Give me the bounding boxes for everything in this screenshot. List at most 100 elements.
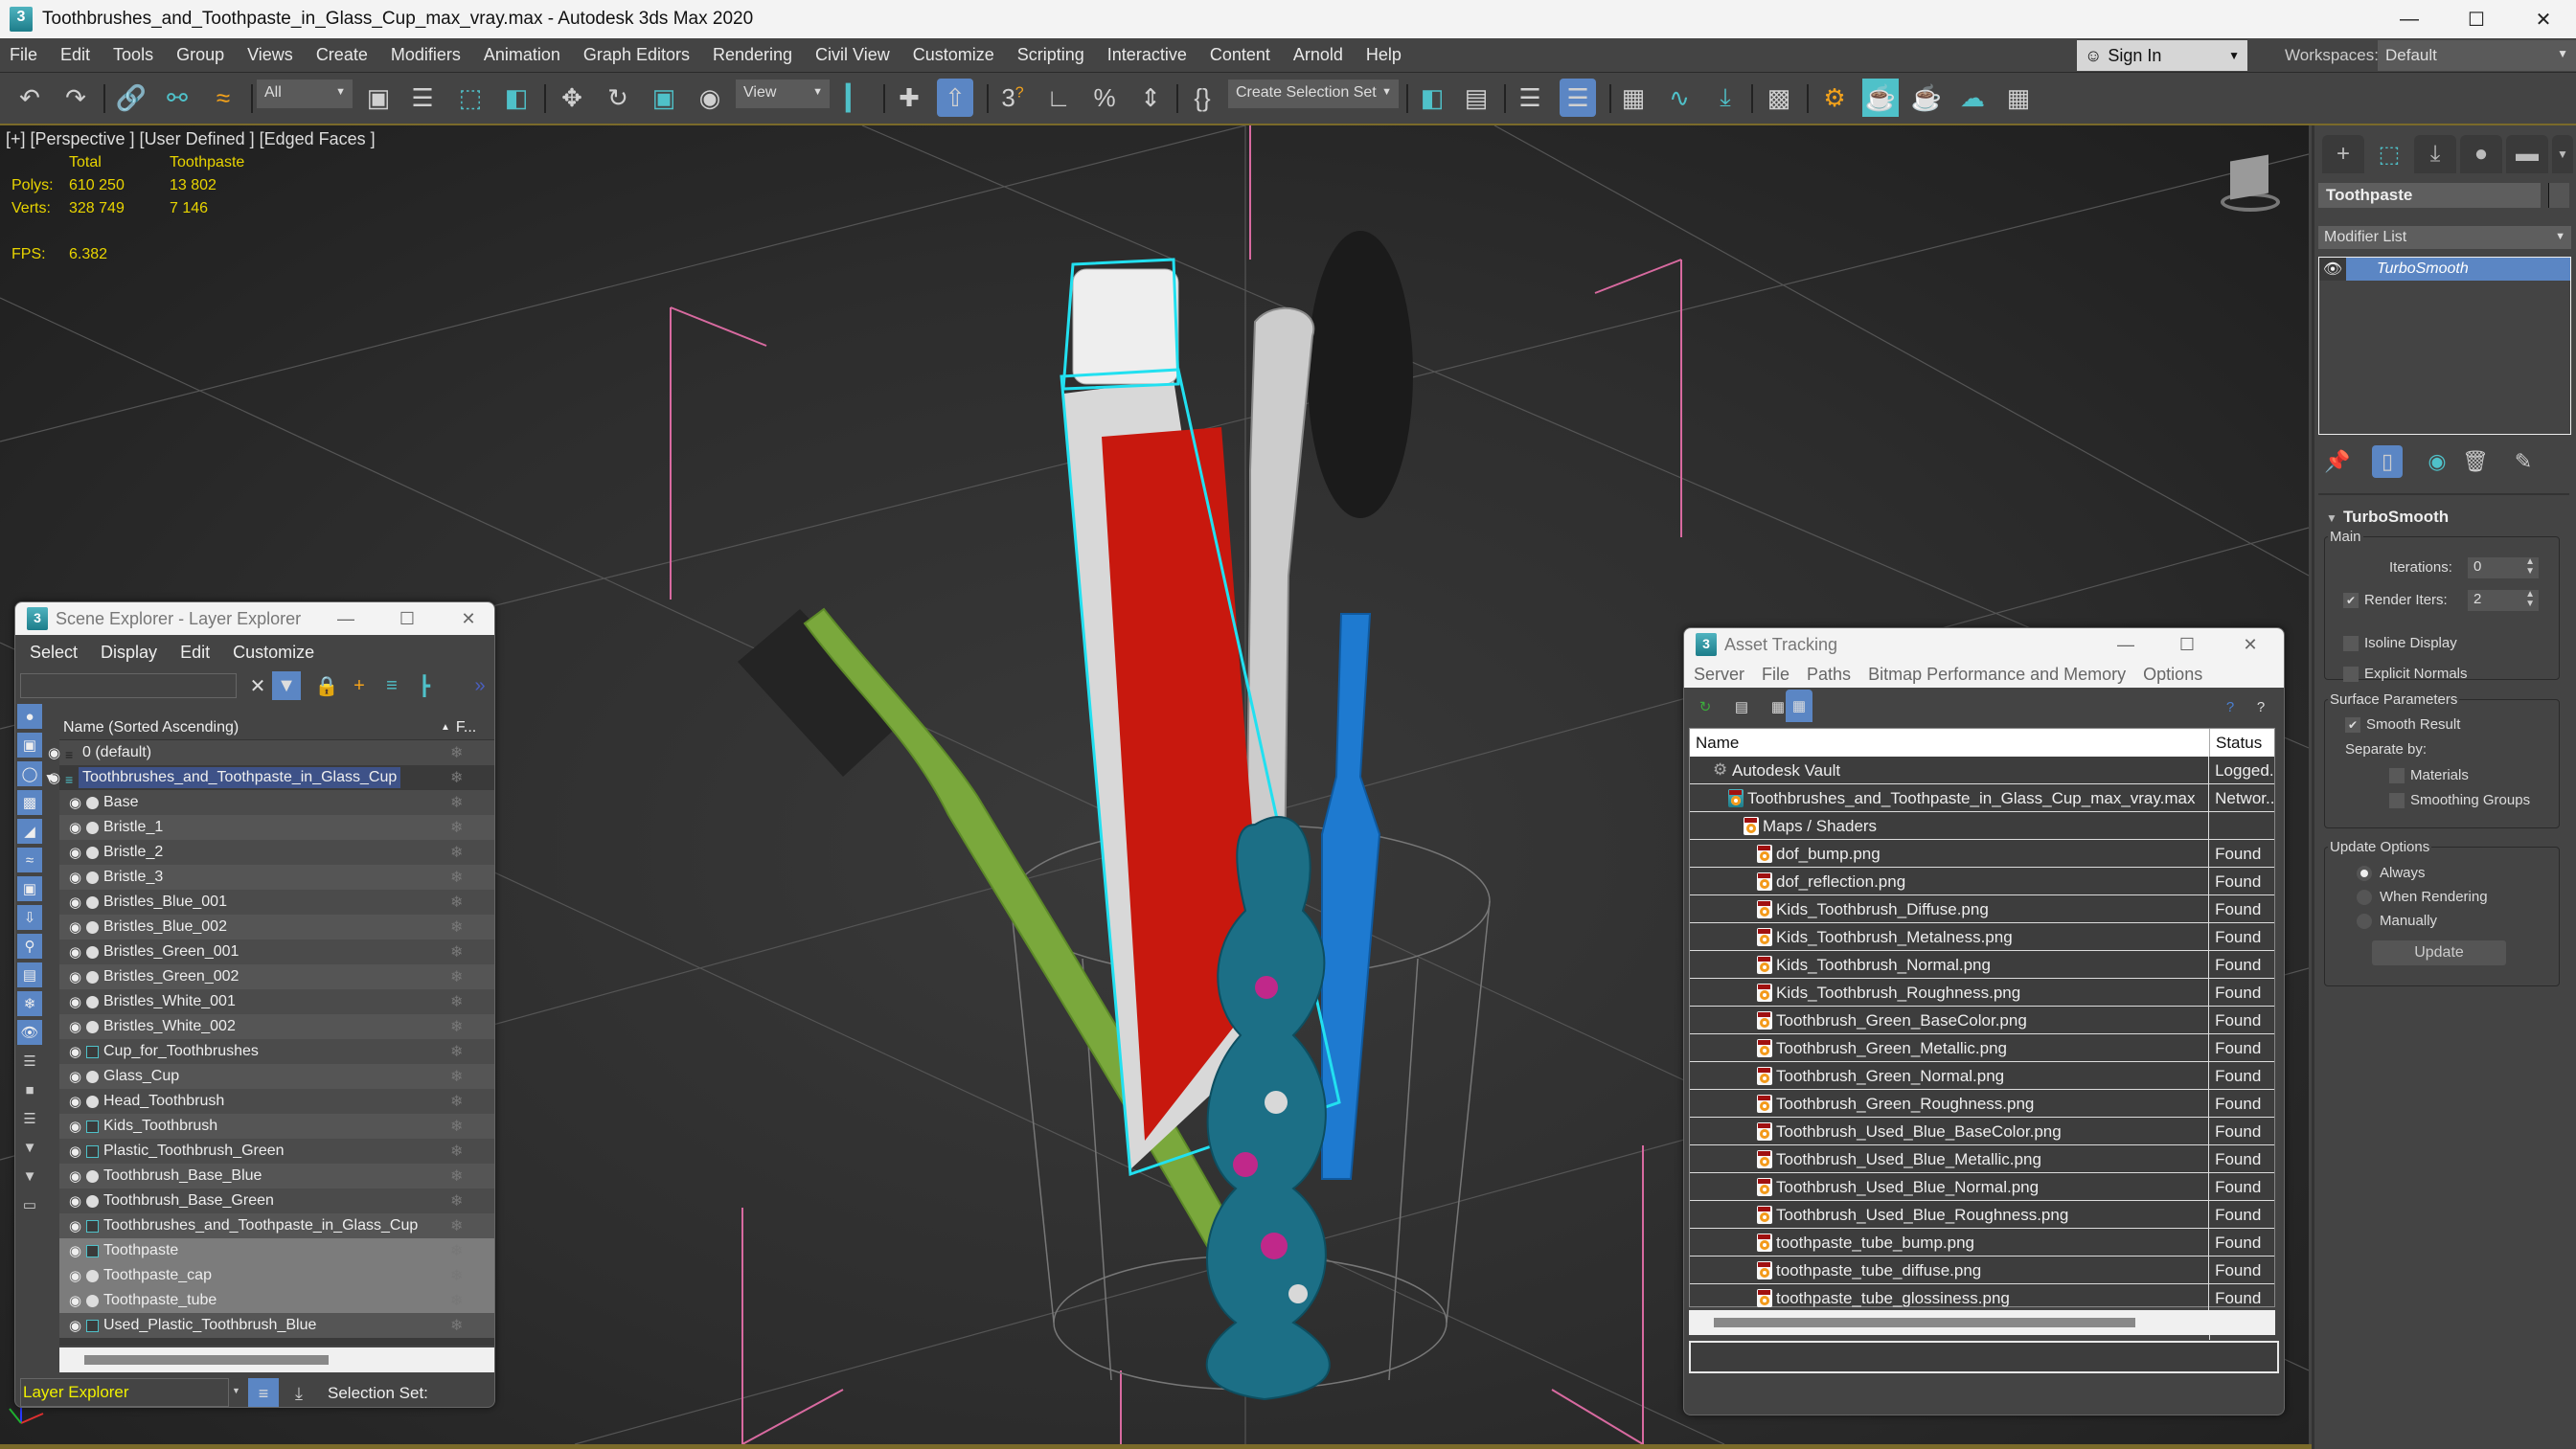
eye-icon[interactable]: ◉	[69, 794, 81, 811]
freeze-icon[interactable]: ❄	[450, 893, 463, 912]
asset-row[interactable]: toothpaste_tube_bump.png Found	[1690, 1229, 2274, 1257]
se-menu-customize[interactable]: Customize	[233, 643, 314, 663]
help-button[interactable]: ?	[2217, 693, 2244, 720]
display-tab[interactable]: ▬	[2506, 135, 2548, 173]
toggle-ribbon-button[interactable]: ▦	[1615, 79, 1652, 117]
eye-icon[interactable]: ◉	[69, 1292, 81, 1309]
eye-icon[interactable]: ◉	[69, 1192, 81, 1210]
eye-icon[interactable]: ◉	[69, 894, 81, 911]
freeze-icon[interactable]: ❄	[450, 1017, 463, 1036]
container-icon[interactable]: ▭	[17, 1192, 42, 1217]
add-to-active-layer-button[interactable]: ≡	[377, 671, 406, 700]
tree-row[interactable]: ◉ Toothbrushes_and_Toothpaste_in_Glass_Cu…	[59, 1213, 494, 1238]
asset-row[interactable]: Toothbrush_Green_Normal.png Found	[1690, 1062, 2274, 1090]
material-editor-button[interactable]: ▩	[1761, 79, 1797, 117]
tree-row[interactable]: ◉ ≡ 0 (default) ❄	[48, 740, 494, 765]
hierarchy-toggle-button[interactable]: ┣	[410, 671, 439, 700]
at-menu-server[interactable]: Server	[1694, 665, 1744, 685]
horizontal-scrollbar[interactable]	[59, 1347, 494, 1372]
tree-row[interactable]: ◉ Toothbrush_Base_Green ❄	[59, 1189, 494, 1213]
workspaces-dropdown[interactable]: Default ▼	[2378, 40, 2576, 71]
tree-row[interactable]: ▼ ◉ ≡ Toothbrushes_and_Toothpaste_in_Glass_…	[44, 765, 494, 790]
spinner-arrows-icon[interactable]: ▲ ▼	[2525, 557, 2535, 577]
display-none-icon[interactable]: ■	[17, 1077, 42, 1102]
asset-status-field[interactable]	[1689, 1341, 2279, 1373]
menu-graph-editors[interactable]: Graph Editors	[574, 45, 703, 65]
freeze-icon[interactable]: ❄	[450, 818, 463, 837]
reference-coordinate-dropdown[interactable]: View ▼	[736, 79, 830, 108]
menu-help[interactable]: Help	[1356, 45, 1415, 65]
iterations-spinner[interactable]: 0 ▲ ▼	[2468, 557, 2539, 578]
asset-row[interactable]: Kids_Toothbrush_Metalness.png Found	[1690, 923, 2274, 951]
display-cameras-icon[interactable]: ▩	[17, 790, 42, 815]
smooth-result-checkbox[interactable]: ✔	[2345, 717, 2360, 733]
select-manipulate-button[interactable]: ✚	[891, 79, 927, 117]
update-when-rendering-radio[interactable]	[2357, 890, 2372, 905]
move-button[interactable]: ✥	[554, 79, 590, 117]
asset-row[interactable]: Maps / Shaders	[1690, 812, 2274, 840]
named-selection-set-dropdown[interactable]: Create Selection Set ▼	[1228, 79, 1399, 108]
spinner-snap-button[interactable]: ⇕	[1132, 79, 1169, 117]
select-object-button[interactable]: ▣	[360, 79, 397, 117]
eye-icon[interactable]: 👁	[2319, 258, 2346, 281]
menu-modifiers[interactable]: Modifiers	[381, 45, 474, 65]
asset-row[interactable]: Toothbrush_Used_Blue_Normal.png Found	[1690, 1173, 2274, 1201]
eye-icon[interactable]: ◉	[69, 1217, 81, 1234]
render-cloud-button[interactable]: ☁	[1954, 79, 1991, 117]
place-button[interactable]: ◉	[692, 79, 728, 117]
menu-group[interactable]: Group	[167, 45, 238, 65]
eye-icon[interactable]: ◉	[69, 993, 81, 1010]
update-always-radio[interactable]	[2357, 866, 2372, 881]
menu-tools[interactable]: Tools	[103, 45, 167, 65]
menu-edit[interactable]: Edit	[51, 45, 103, 65]
rotate-button[interactable]: ↻	[600, 79, 636, 117]
list-view-button[interactable]: ▤	[1728, 693, 1755, 720]
at-menu-options[interactable]: Options	[2143, 665, 2202, 685]
modify-tab[interactable]: ⬚	[2368, 135, 2410, 173]
update-button[interactable]: Update	[2372, 940, 2506, 965]
asset-row[interactable]: Toothbrush_Green_BaseColor.png Found	[1690, 1007, 2274, 1034]
eye-icon[interactable]: ◉	[69, 918, 81, 936]
refresh-button[interactable]: ↻	[1692, 693, 1719, 720]
eye-icon[interactable]: ◉	[69, 1167, 81, 1185]
at-menu-bitmap-performance[interactable]: Bitmap Performance and Memory	[1868, 665, 2126, 685]
freeze-icon[interactable]: ❄	[450, 1142, 463, 1161]
snaps-toggle-button[interactable]: 3?	[994, 79, 1031, 117]
rendered-frame-window-button[interactable]: ☕	[1862, 79, 1899, 117]
asset-row[interactable]: Kids_Toothbrush_Roughness.png Found	[1690, 979, 2274, 1007]
display-bones-icon[interactable]: ⚲	[17, 934, 42, 959]
se-menu-display[interactable]: Display	[101, 643, 157, 663]
freeze-icon[interactable]: ❄	[450, 942, 463, 962]
freeze-icon[interactable]: ❄	[450, 1191, 463, 1211]
freeze-icon[interactable]: ❄	[450, 967, 463, 986]
menu-file[interactable]: File	[0, 45, 51, 65]
lock-cell-editing-button[interactable]: 🔒	[312, 671, 341, 700]
unlink-button[interactable]: ⚯	[159, 79, 195, 117]
freeze-icon[interactable]: ❄	[450, 1291, 463, 1310]
freeze-icon[interactable]: ❄	[450, 868, 463, 887]
update-manually-radio[interactable]	[2357, 914, 2372, 929]
minimize-button[interactable]: —	[2102, 628, 2150, 661]
asset-row[interactable]: toothpaste_tube_glossiness.png Found	[1690, 1284, 2274, 1312]
modifier-list-dropdown[interactable]: Modifier List ▼	[2318, 226, 2571, 249]
scrollbar-thumb[interactable]	[1714, 1318, 2135, 1327]
freeze-icon[interactable]: ❄	[450, 1117, 463, 1136]
column-status-header[interactable]: Status	[2210, 729, 2268, 757]
object-name-field[interactable]: Toothpaste	[2318, 183, 2541, 208]
menu-rendering[interactable]: Rendering	[703, 45, 806, 65]
asset-row[interactable]: dof_bump.png Found	[1690, 840, 2274, 868]
eye-icon[interactable]: ◉	[69, 968, 81, 985]
use-pivot-button[interactable]: ▎	[837, 79, 874, 117]
eye-icon[interactable]: ◉	[69, 869, 81, 886]
tree-row[interactable]: ◉ Used_Plastic_Toothbrush_Blue ❄	[59, 1313, 494, 1338]
tree-row[interactable]: ◉ Bristles_White_001 ❄	[59, 989, 494, 1014]
schematic-view-button[interactable]: ⤓	[1707, 79, 1744, 117]
viewcube[interactable]	[2213, 154, 2282, 212]
freeze-icon[interactable]: ❄	[450, 1166, 463, 1186]
filter-icon[interactable]: ▼	[17, 1164, 42, 1189]
freeze-icon[interactable]: ❄	[450, 1316, 463, 1335]
hierarchy-tab[interactable]: ⤓	[2414, 135, 2456, 173]
tree-row[interactable]: ◉ Toothbrush_Base_Blue ❄	[59, 1164, 494, 1189]
tree-row[interactable]: ◉ Bristles_White_002 ❄	[59, 1014, 494, 1039]
explicit-normals-checkbox[interactable]	[2343, 667, 2359, 682]
